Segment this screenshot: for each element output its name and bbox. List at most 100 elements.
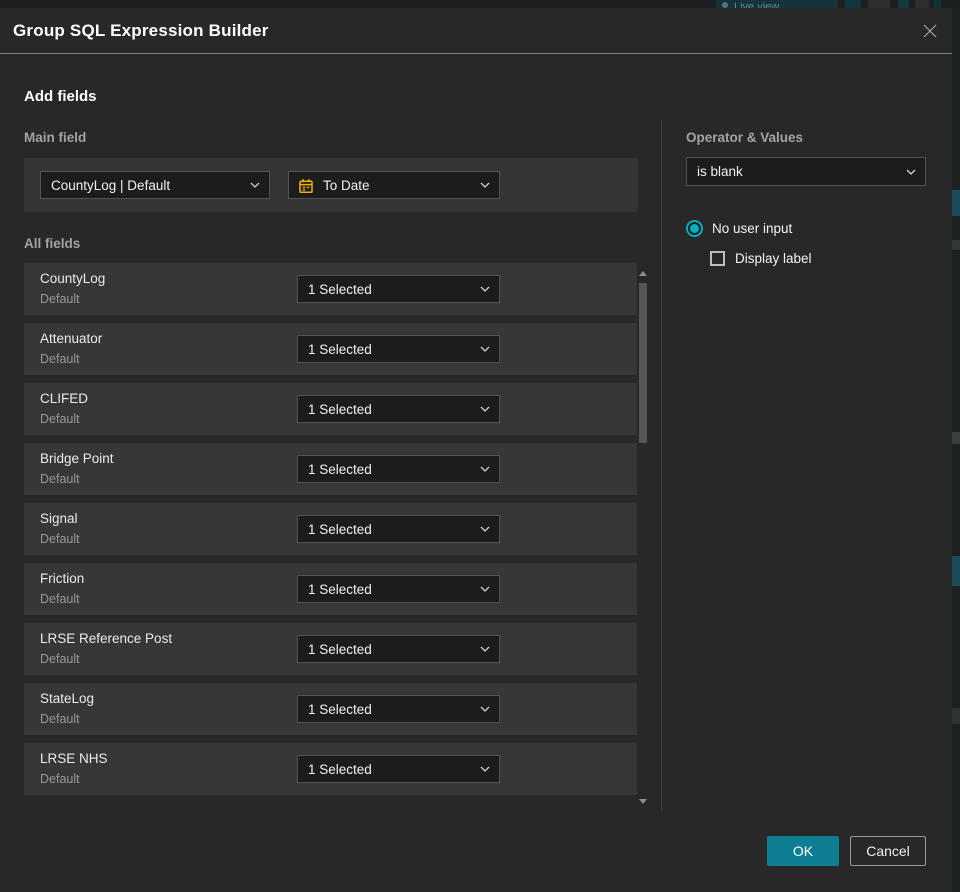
field-row: LRSE NHS Default 1 Selected bbox=[24, 743, 637, 795]
toolbar-fragment bbox=[845, 0, 861, 8]
group-sql-expression-builder-dialog: Group SQL Expression Builder Add fields … bbox=[0, 8, 952, 892]
field-name: Bridge Point bbox=[40, 451, 114, 466]
field-selected-dropdown-value: 1 Selected bbox=[308, 701, 372, 717]
chevron-down-icon bbox=[480, 646, 490, 652]
no-user-input-radio[interactable]: No user input bbox=[686, 220, 792, 237]
field-row: Signal Default 1 Selected bbox=[24, 503, 637, 555]
chevron-down-icon bbox=[480, 526, 490, 532]
field-subtitle: Default bbox=[40, 652, 80, 666]
field-selected-dropdown[interactable]: 1 Selected bbox=[297, 395, 500, 423]
live-view-label: Live view bbox=[734, 1, 780, 8]
panel-divider bbox=[661, 120, 662, 810]
field-selected-dropdown[interactable]: 1 Selected bbox=[297, 455, 500, 483]
field-selected-dropdown-value: 1 Selected bbox=[308, 761, 372, 777]
main-field-select-value: CountyLog | Default bbox=[51, 177, 171, 193]
toolbar-fragment bbox=[898, 0, 909, 8]
ok-button[interactable]: OK bbox=[767, 836, 839, 866]
fields-list-scrollbar[interactable] bbox=[638, 265, 649, 810]
main-field-type-value: To Date bbox=[323, 177, 370, 193]
main-field-type-select[interactable]: To Date bbox=[288, 171, 500, 199]
close-icon bbox=[923, 24, 937, 38]
no-user-input-label: No user input bbox=[712, 221, 793, 236]
chevron-down-icon bbox=[480, 286, 490, 292]
close-button[interactable] bbox=[920, 21, 940, 41]
main-field-box: CountyLog | Default To Date bbox=[24, 158, 638, 212]
cancel-button[interactable]: Cancel bbox=[850, 836, 926, 866]
field-name: CLIFED bbox=[40, 391, 89, 406]
display-label-checkbox[interactable]: Display label bbox=[710, 251, 812, 266]
display-label-label: Display label bbox=[735, 251, 812, 266]
field-selected-dropdown-value: 1 Selected bbox=[308, 641, 372, 657]
field-subtitle: Default bbox=[40, 352, 80, 366]
field-subtitle: Default bbox=[40, 292, 80, 306]
radio-icon bbox=[686, 220, 703, 237]
field-subtitle: Default bbox=[40, 772, 80, 786]
field-selected-dropdown[interactable]: 1 Selected bbox=[297, 335, 500, 363]
chevron-down-icon bbox=[480, 466, 490, 472]
field-subtitle: Default bbox=[40, 592, 80, 606]
field-selected-dropdown-value: 1 Selected bbox=[308, 401, 372, 417]
main-field-select[interactable]: CountyLog | Default bbox=[40, 171, 270, 199]
live-view-button: Live view bbox=[716, 0, 838, 8]
background-fragment bbox=[952, 190, 960, 216]
chevron-down-icon bbox=[480, 706, 490, 712]
field-row: Attenuator Default 1 Selected bbox=[24, 323, 637, 375]
scrollbar-down-arrow-icon[interactable] bbox=[639, 799, 647, 804]
chevron-down-icon bbox=[480, 182, 490, 188]
background-app-edge bbox=[952, 8, 960, 892]
field-row: CountyLog Default 1 Selected bbox=[24, 263, 637, 315]
chevron-down-icon bbox=[480, 406, 490, 412]
field-name: CountyLog bbox=[40, 271, 106, 286]
field-selected-dropdown-value: 1 Selected bbox=[308, 461, 372, 477]
field-selected-dropdown-value: 1 Selected bbox=[308, 521, 372, 537]
field-selected-dropdown[interactable]: 1 Selected bbox=[297, 695, 500, 723]
operator-select-value: is blank bbox=[697, 164, 743, 179]
background-app-toolbar: Live view bbox=[0, 0, 960, 8]
background-fragment bbox=[952, 556, 960, 586]
field-name: Friction bbox=[40, 571, 85, 586]
toolbar-fragment bbox=[868, 0, 890, 8]
field-subtitle: Default bbox=[40, 412, 80, 426]
field-selected-dropdown[interactable]: 1 Selected bbox=[297, 575, 500, 603]
field-subtitle: Default bbox=[40, 532, 80, 546]
operator-values-heading: Operator & Values bbox=[686, 130, 804, 145]
all-fields-label: All fields bbox=[24, 236, 81, 251]
background-fragment bbox=[952, 240, 960, 250]
field-name: StateLog bbox=[40, 691, 95, 706]
field-name: Signal bbox=[40, 511, 78, 526]
field-selected-dropdown[interactable]: 1 Selected bbox=[297, 515, 500, 543]
field-selected-dropdown-value: 1 Selected bbox=[308, 581, 372, 597]
field-selected-dropdown[interactable]: 1 Selected bbox=[297, 275, 500, 303]
chevron-down-icon bbox=[250, 182, 260, 188]
operator-select[interactable]: is blank bbox=[686, 157, 926, 186]
field-selected-dropdown[interactable]: 1 Selected bbox=[297, 635, 500, 663]
field-row: Friction Default 1 Selected bbox=[24, 563, 637, 615]
field-name: LRSE NHS bbox=[40, 751, 108, 766]
dialog-title: Group SQL Expression Builder bbox=[13, 21, 269, 40]
field-selected-dropdown-value: 1 Selected bbox=[308, 341, 372, 357]
field-subtitle: Default bbox=[40, 472, 80, 486]
field-name: LRSE Reference Post bbox=[40, 631, 173, 646]
main-field-label: Main field bbox=[24, 130, 87, 145]
field-name: Attenuator bbox=[40, 331, 103, 346]
field-row: Bridge Point Default 1 Selected bbox=[24, 443, 637, 495]
field-selected-dropdown-value: 1 Selected bbox=[308, 281, 372, 297]
add-fields-heading: Add fields bbox=[24, 88, 97, 105]
field-row: StateLog Default 1 Selected bbox=[24, 683, 637, 735]
toolbar-fragment bbox=[915, 0, 929, 8]
checkbox-icon bbox=[710, 251, 725, 266]
background-fragment bbox=[952, 432, 960, 444]
field-row: CLIFED Default 1 Selected bbox=[24, 383, 637, 435]
background-fragment bbox=[952, 708, 960, 724]
field-subtitle: Default bbox=[40, 712, 80, 726]
chevron-down-icon bbox=[480, 346, 490, 352]
scrollbar-up-arrow-icon[interactable] bbox=[639, 271, 647, 276]
chevron-down-icon bbox=[480, 586, 490, 592]
chevron-down-icon bbox=[480, 766, 490, 772]
chevron-down-icon bbox=[906, 169, 916, 175]
scrollbar-thumb[interactable] bbox=[639, 283, 647, 443]
toolbar-fragment bbox=[934, 0, 941, 8]
field-row: LRSE Reference Post Default 1 Selected bbox=[24, 623, 637, 675]
field-selected-dropdown[interactable]: 1 Selected bbox=[297, 755, 500, 783]
dialog-titlebar: Group SQL Expression Builder bbox=[0, 8, 952, 54]
